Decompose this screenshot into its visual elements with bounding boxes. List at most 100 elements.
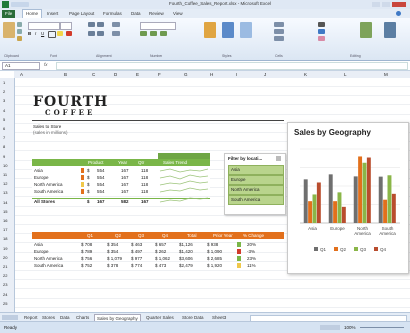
tab-page-layout[interactable]: Page Layout: [66, 10, 97, 18]
fill-icon[interactable]: [318, 29, 325, 34]
slicer-item-south-america[interactable]: South America: [228, 195, 284, 205]
conditional-formatting-icon[interactable]: [204, 22, 216, 38]
row-header[interactable]: 18: [3, 236, 7, 241]
row-header[interactable]: 12: [3, 181, 7, 186]
row-header[interactable]: 19: [3, 246, 7, 251]
column-header[interactable]: A: [20, 72, 23, 77]
align-center-icon[interactable]: [97, 31, 104, 36]
location-slicer[interactable]: Filter by locati... Asia Europe North Am…: [224, 153, 286, 215]
autosum-icon[interactable]: [318, 22, 325, 27]
tab-scroll-arrows[interactable]: [2, 315, 18, 320]
row-header[interactable]: 15: [3, 209, 7, 214]
row-header[interactable]: 2: [3, 89, 5, 94]
find-select-icon[interactable]: [384, 22, 396, 38]
font-color-icon[interactable]: [66, 31, 72, 36]
column-header[interactable]: H: [210, 72, 213, 77]
tab-file[interactable]: File: [2, 10, 16, 18]
sheet-tab[interactable]: Store Data: [180, 314, 206, 321]
row-header[interactable]: 9: [3, 154, 5, 159]
view-buttons[interactable]: [320, 325, 340, 330]
underline-icon[interactable]: U: [41, 31, 47, 37]
row-header[interactable]: 24: [3, 292, 7, 297]
cell-styles-icon[interactable]: [240, 22, 252, 38]
slicer-item-asia[interactable]: Asia: [228, 165, 284, 175]
row-header[interactable]: 20: [3, 255, 7, 260]
tab-review[interactable]: Review: [146, 10, 167, 18]
name-box[interactable]: A1: [2, 62, 40, 70]
fill-color-icon[interactable]: [57, 31, 63, 36]
column-header[interactable]: C: [92, 72, 95, 77]
sheet-tab[interactable]: Quarter Sales: [144, 314, 176, 321]
slicer-filter-icon[interactable]: [276, 156, 281, 161]
align-left-icon[interactable]: [88, 31, 95, 36]
maximize-button[interactable]: [382, 2, 390, 7]
slicer-item-europe[interactable]: Europe: [228, 175, 284, 185]
row-header[interactable]: 1: [3, 80, 5, 85]
row-header[interactable]: 14: [3, 200, 7, 205]
column-header[interactable]: K: [304, 72, 307, 77]
row-header[interactable]: 16: [3, 218, 7, 223]
column-header[interactable]: E: [136, 72, 139, 77]
comma-icon[interactable]: [160, 31, 167, 36]
column-header[interactable]: D: [114, 72, 117, 77]
cut-icon[interactable]: [17, 22, 22, 27]
excel-app-icon[interactable]: [2, 1, 9, 8]
sheet-tab[interactable]: Stores: [40, 314, 57, 321]
insert-function-icon[interactable]: fx: [44, 62, 52, 68]
sheet-tab[interactable]: Report: [22, 314, 40, 321]
tab-formulas[interactable]: Formulas: [100, 10, 125, 18]
align-middle-icon[interactable]: [97, 22, 104, 27]
row-header[interactable]: 4: [3, 108, 5, 113]
column-header[interactable]: I: [236, 72, 237, 77]
tab-insert[interactable]: Insert: [44, 10, 61, 18]
row-header[interactable]: 5: [3, 117, 5, 122]
sheet-tab[interactable]: Charts: [74, 314, 91, 321]
percent-icon[interactable]: [150, 31, 157, 36]
format-cells-icon[interactable]: [274, 36, 284, 41]
format-painter-icon[interactable]: [17, 36, 22, 41]
bold-icon[interactable]: B: [28, 31, 34, 37]
column-header[interactable]: M: [384, 72, 388, 77]
row-header[interactable]: 21: [3, 264, 7, 269]
row-header[interactable]: 22: [3, 273, 7, 278]
worksheet[interactable]: FOURTH COFFEE Sales to Store (sales in m…: [15, 78, 410, 312]
column-header[interactable]: B: [64, 72, 67, 77]
merge-center-icon[interactable]: [112, 31, 120, 36]
format-as-table-icon[interactable]: [222, 22, 234, 38]
tab-data[interactable]: Data: [128, 10, 144, 18]
row-header[interactable]: 11: [3, 172, 7, 177]
row-header[interactable]: 3: [3, 98, 5, 103]
column-header[interactable]: J: [264, 72, 266, 77]
currency-icon[interactable]: [140, 31, 147, 36]
align-top-icon[interactable]: [88, 22, 95, 27]
row-header[interactable]: 17: [3, 227, 7, 232]
row-header[interactable]: 8: [3, 144, 5, 149]
formula-input[interactable]: [56, 62, 408, 70]
clear-icon[interactable]: [318, 36, 325, 41]
column-header[interactable]: L: [344, 72, 347, 77]
sheet-tab[interactable]: Data: [58, 314, 72, 321]
copy-icon[interactable]: [17, 29, 22, 34]
insert-cells-icon[interactable]: [274, 22, 284, 27]
slicer-item-north-america[interactable]: North America: [228, 185, 284, 195]
minimize-button[interactable]: [372, 2, 380, 7]
zoom-slider[interactable]: [360, 327, 404, 328]
sort-filter-icon[interactable]: [360, 22, 372, 38]
help-icon[interactable]: [396, 11, 401, 16]
font-name-dropdown[interactable]: [28, 22, 60, 30]
wrap-text-icon[interactable]: [112, 22, 120, 27]
number-format-dropdown[interactable]: [140, 22, 176, 30]
row-header[interactable]: 13: [3, 190, 7, 195]
row-header[interactable]: 23: [3, 282, 7, 287]
paste-icon[interactable]: [3, 22, 15, 38]
row-header[interactable]: 10: [3, 163, 7, 168]
quick-access-toolbar[interactable]: [11, 2, 29, 7]
tab-home[interactable]: Home: [22, 9, 43, 18]
row-header[interactable]: 7: [3, 135, 5, 140]
column-header[interactable]: G: [184, 72, 188, 77]
borders-icon[interactable]: [48, 31, 56, 38]
sheet-tab[interactable]: Sheet3: [210, 314, 228, 321]
tab-view[interactable]: View: [170, 10, 186, 18]
sales-chart[interactable]: Sales by Geography Asia Europe North Americ…: [287, 122, 409, 274]
row-header[interactable]: 25: [3, 301, 7, 306]
